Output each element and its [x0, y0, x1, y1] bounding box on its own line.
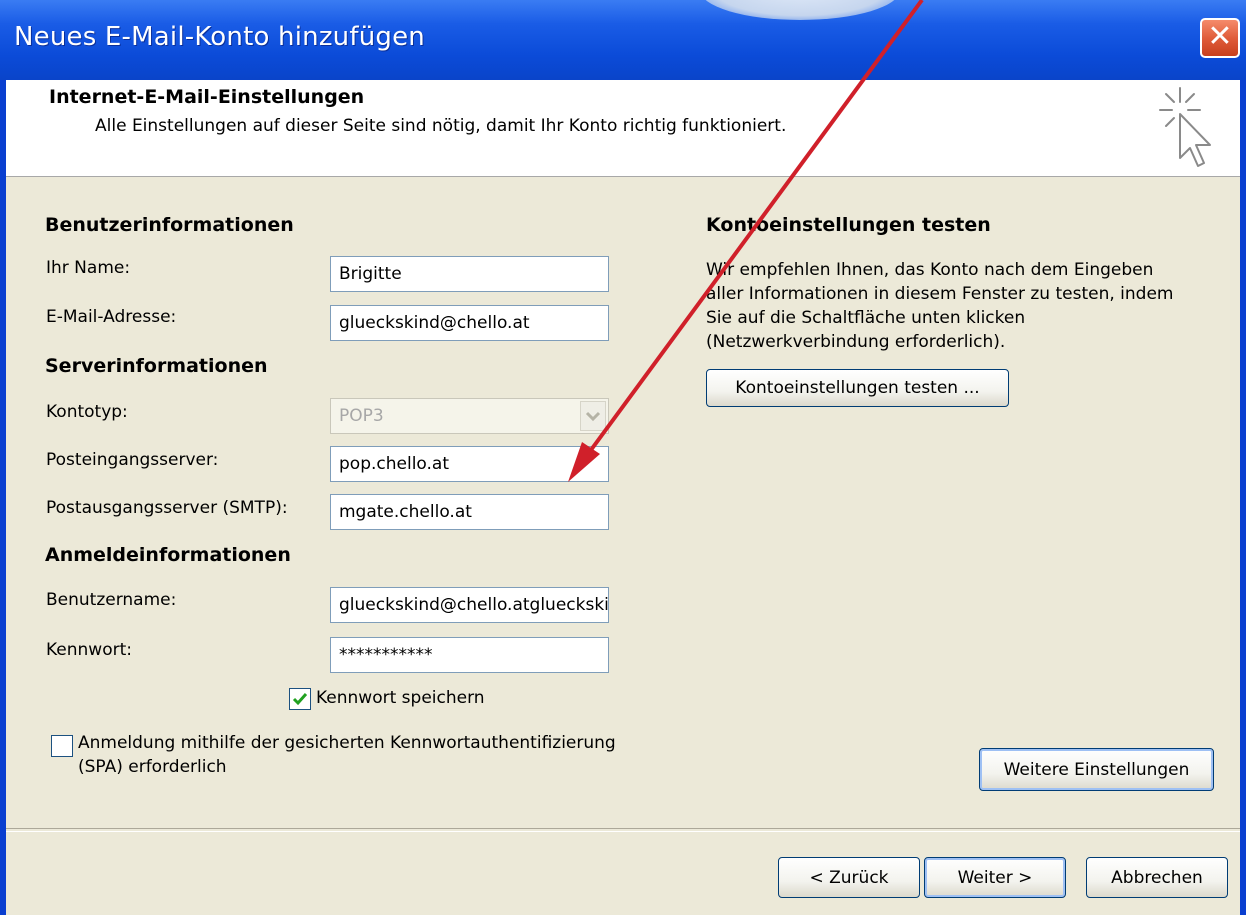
outgoing-server-input[interactable]: mgate.chello.at	[330, 494, 609, 530]
account-type-value: POP3	[339, 406, 384, 426]
outgoing-server-label: Postausgangsserver (SMTP):	[46, 498, 288, 518]
username-label: Benutzername:	[46, 590, 177, 610]
email-input[interactable]: glueckskind@chello.at	[330, 305, 609, 341]
title-bar: Neues E-Mail-Konto hinzufügen ✕	[0, 0, 1246, 80]
incoming-server-input[interactable]: pop.chello.at	[330, 446, 609, 482]
cancel-button[interactable]: Abbrechen	[1086, 857, 1228, 898]
chevron-down-icon	[580, 401, 606, 431]
dialog-body: Internet-E-Mail-Einstellungen Alle Einst…	[6, 80, 1240, 915]
spa-label-line1: Anmeldung mithilfe der gesicherten Kennw…	[78, 733, 616, 753]
login-info-heading: Anmeldeinformationen	[45, 544, 291, 566]
test-settings-line4: (Netzwerkverbindung erforderlich).	[706, 332, 1006, 352]
password-input[interactable]: ***********	[330, 637, 609, 673]
save-password-label: Kennwort speichern	[316, 688, 485, 708]
spa-checkbox[interactable]	[51, 735, 73, 757]
name-input[interactable]: Brigitte	[330, 256, 609, 292]
test-settings-line3: Sie auf die Schaltfläche unten klicken	[706, 308, 1026, 328]
checkmark-icon	[292, 693, 308, 706]
cursor-sparkle-icon	[1159, 87, 1211, 167]
more-settings-button[interactable]: Weitere Einstellungen	[979, 748, 1214, 791]
page-subtitle: Alle Einstellungen auf dieser Seite sind…	[95, 116, 787, 136]
account-type-label: Kontotyp:	[46, 402, 128, 422]
user-info-heading: Benutzerinformationen	[45, 214, 294, 236]
incoming-server-label: Posteingangsserver:	[46, 450, 219, 470]
test-account-button[interactable]: Kontoeinstellungen testen ...	[706, 369, 1009, 407]
footer-divider	[6, 828, 1240, 832]
test-settings-line2: aller Informationen in diesem Fenster zu…	[706, 284, 1174, 304]
page-title: Internet-E-Mail-Einstellungen	[49, 86, 365, 108]
account-type-select[interactable]: POP3	[330, 398, 609, 434]
test-settings-heading: Kontoeinstellungen testen	[706, 214, 991, 236]
close-button[interactable]: ✕	[1200, 18, 1240, 58]
password-label: Kennwort:	[46, 640, 132, 660]
username-input[interactable]: glueckskind@chello.atglueckskind	[330, 587, 609, 623]
test-settings-line1: Wir empfehlen Ihnen, das Konto nach dem …	[706, 260, 1154, 280]
spa-label-line2: (SPA) erforderlich	[78, 757, 227, 777]
name-label: Ihr Name:	[46, 258, 131, 278]
back-button[interactable]: < Zurück	[778, 857, 920, 898]
server-info-heading: Serverinformationen	[45, 355, 268, 377]
email-label: E-Mail-Adresse:	[46, 307, 177, 327]
close-icon: ✕	[1207, 19, 1233, 54]
header-panel: Internet-E-Mail-Einstellungen Alle Einst…	[6, 80, 1240, 177]
save-password-checkbox[interactable]	[289, 688, 311, 710]
window-title: Neues E-Mail-Konto hinzufügen	[14, 22, 425, 52]
next-button[interactable]: Weiter >	[924, 857, 1066, 898]
